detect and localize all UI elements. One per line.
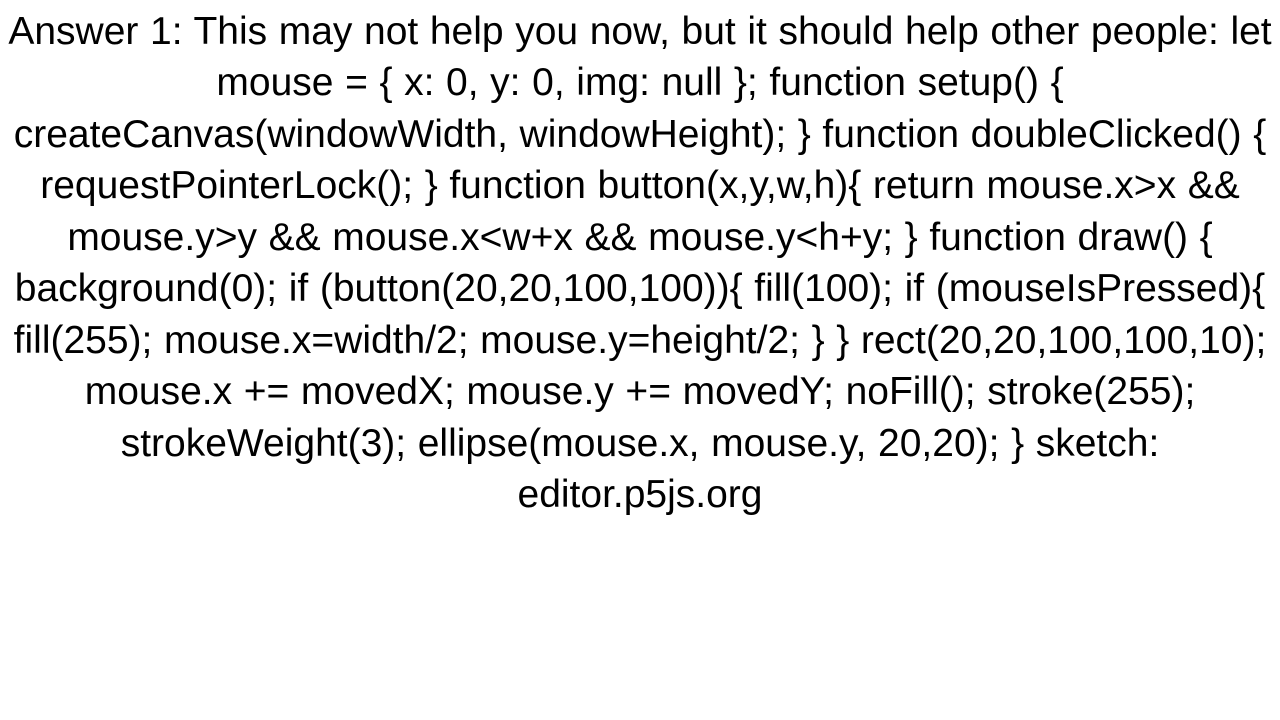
answer-body: Answer 1: This may not help you now, but… [0,0,1280,521]
